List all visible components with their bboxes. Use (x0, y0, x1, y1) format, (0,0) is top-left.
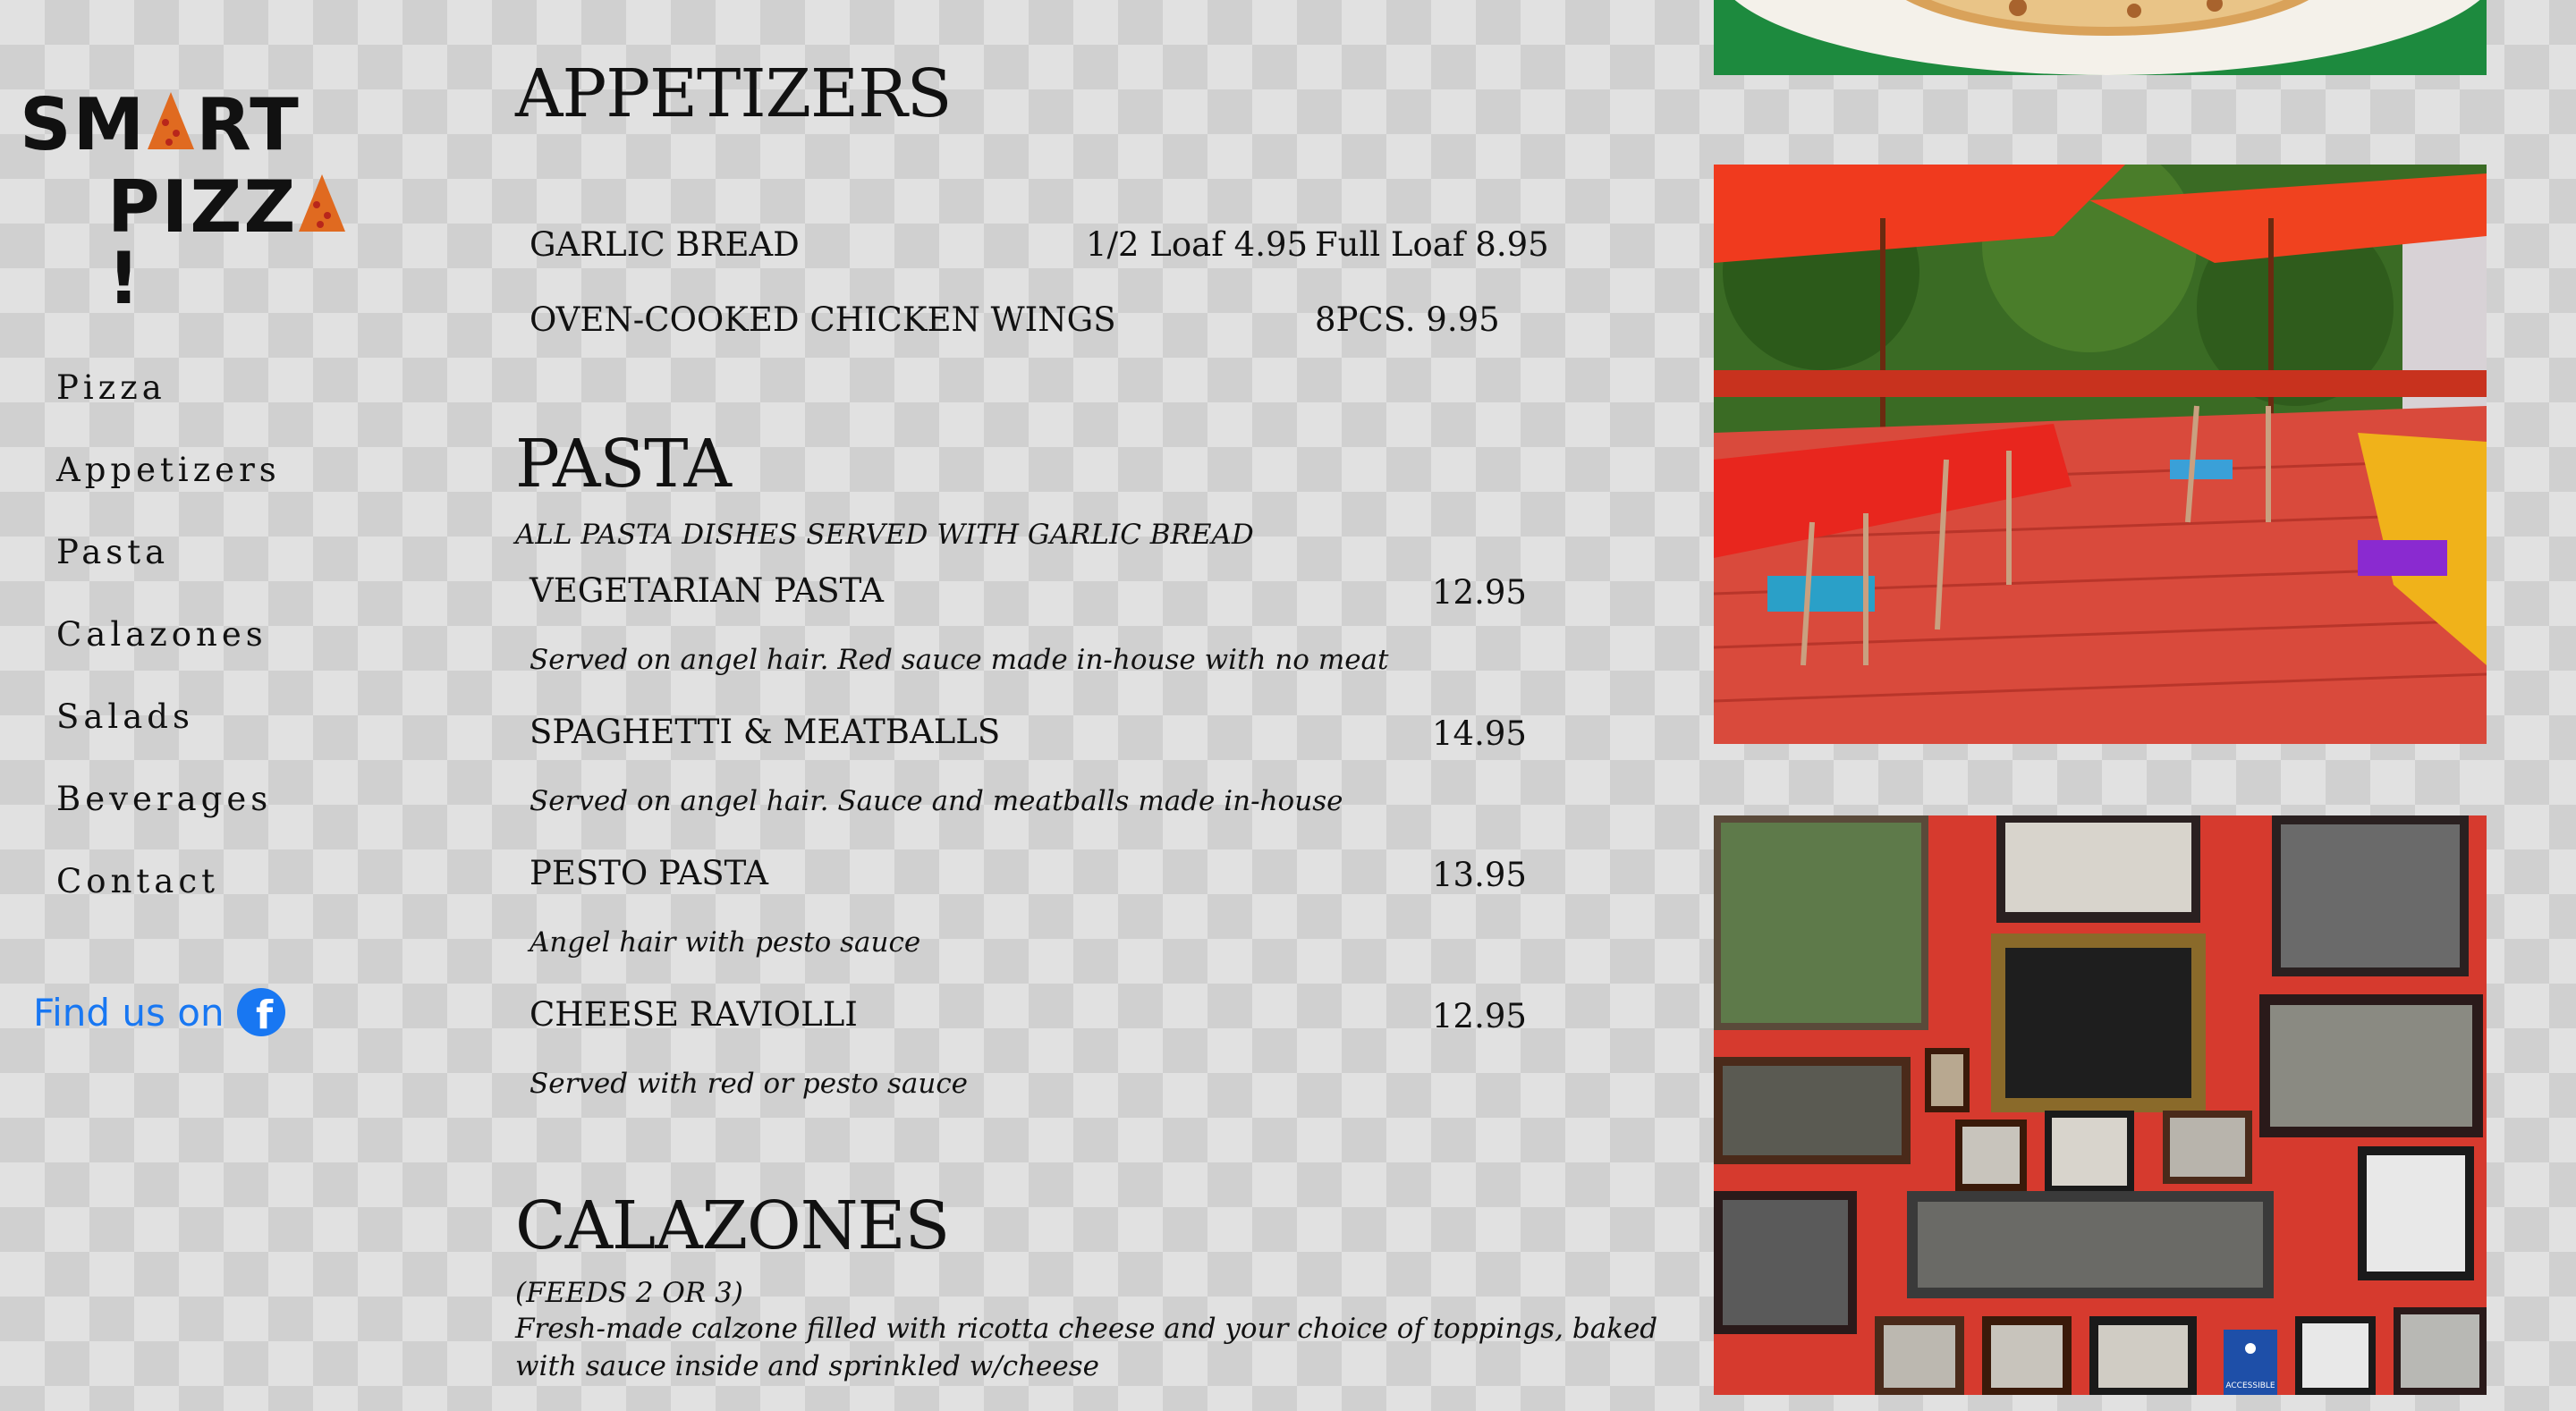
cheese-ravioli-desc: Served with red or pesto sauce (530, 1068, 969, 1100)
garlic-bread-full-price: Full Loaf 8.95 (1315, 225, 1549, 264)
pesto-pasta-name: PESTO PASTA (530, 854, 768, 892)
framed-photos-wall-photo: ACCESSIBLE (1714, 815, 2487, 1395)
cheese-ravioli-price: 12.95 (1432, 997, 1527, 1035)
vegetarian-pasta-price: 12.95 (1432, 573, 1527, 612)
appetizers-heading: APPETIZERS (515, 55, 952, 132)
spaghetti-meatballs-price: 14.95 (1432, 714, 1527, 753)
calazones-heading: CALAZONES (515, 1187, 950, 1264)
pesto-pasta-price: 13.95 (1432, 856, 1527, 894)
spaghetti-meatballs-desc: Served on angel hair. Sauce and meatball… (530, 785, 1343, 817)
vegetarian-pasta-name: VEGETARIAN PASTA (530, 571, 884, 610)
chicken-wings-price: 8PCS. 9.95 (1315, 300, 1500, 339)
logo-line-2: PIZZ! (107, 172, 377, 315)
calazones-desc-line-2: with sauce inside and sprinkled w/cheese (515, 1350, 1099, 1382)
patio-photo (1714, 165, 2487, 744)
vegetarian-pasta-desc: Served on angel hair. Red sauce made in-… (530, 644, 1389, 676)
pasta-heading: PASTA (515, 426, 732, 503)
garlic-bread-name: GARLIC BREAD (530, 225, 800, 264)
pizza-slice-icon (299, 174, 346, 232)
nav-item-contact[interactable]: Contact (56, 855, 281, 937)
nav-item-salads[interactable]: Salads (56, 690, 281, 773)
logo-line-1: SM RT (20, 83, 301, 166)
find-us-on-facebook-link[interactable]: Find us on f (33, 988, 285, 1036)
accessible-sign-label: ACCESSIBLE (2225, 1381, 2275, 1390)
main-nav: Pizza Appetizers Pasta Calazones Salads … (56, 361, 281, 937)
facebook-icon: f (236, 988, 285, 1036)
pizza-slice-icon (148, 92, 195, 149)
nav-item-pizza[interactable]: Pizza (56, 361, 281, 444)
nav-item-pasta[interactable]: Pasta (56, 526, 281, 608)
pizza-plate-photo (1714, 0, 2487, 75)
nav-item-appetizers[interactable]: Appetizers (56, 444, 281, 526)
garlic-bread-half-price: 1/2 Loaf 4.95 (1086, 225, 1309, 264)
calazones-desc-line-1: Fresh-made calzone filled with ricotta c… (515, 1313, 1658, 1345)
pasta-note: ALL PASTA DISHES SERVED WITH GARLIC BREA… (515, 519, 1254, 551)
nav-item-calazones[interactable]: Calazones (56, 608, 281, 690)
chicken-wings-name: OVEN-COOKED CHICKEN WINGS (530, 300, 1116, 339)
pesto-pasta-desc: Angel hair with pesto sauce (530, 926, 921, 959)
find-us-label: Find us on (33, 990, 225, 1035)
nav-item-beverages[interactable]: Beverages (56, 773, 281, 855)
calazones-feeds: (FEEDS 2 OR 3) (515, 1277, 743, 1309)
cheese-ravioli-name: CHEESE RAVIOLLI (530, 995, 858, 1034)
spaghetti-meatballs-name: SPAGHETTI & MEATBALLS (530, 713, 1001, 751)
smart-pizza-logo[interactable]: SM RT PIZZ! (20, 83, 377, 315)
